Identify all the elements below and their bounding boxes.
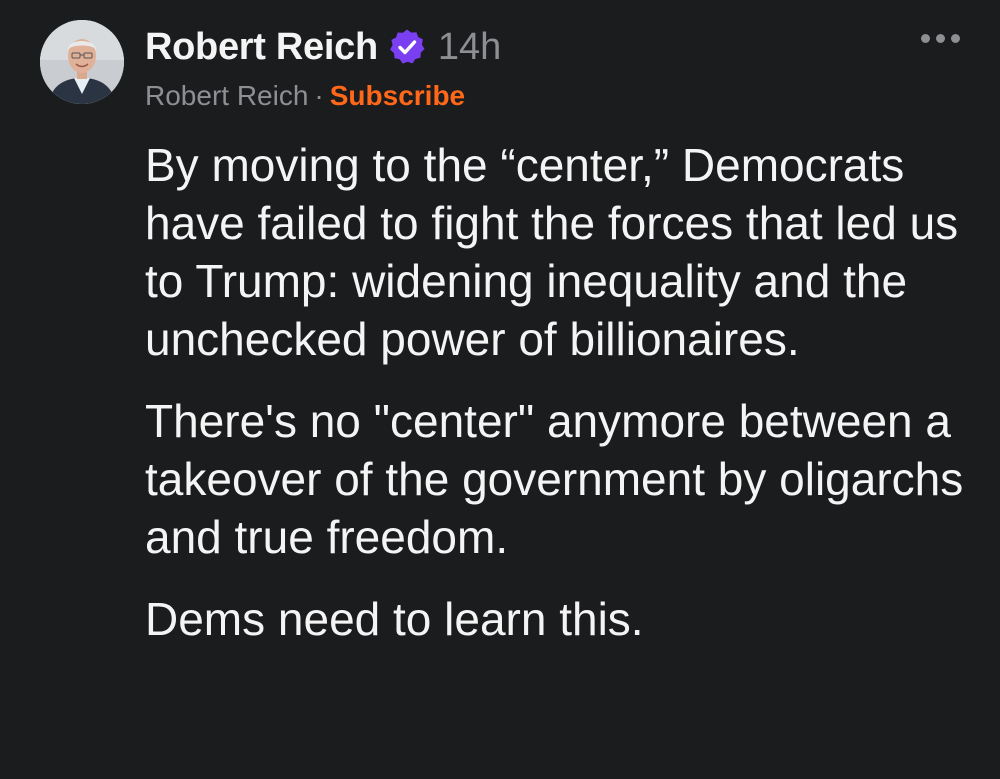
author-name[interactable]: Robert Reich xyxy=(145,26,378,69)
subscribe-link[interactable]: Subscribe xyxy=(330,80,465,111)
separator-dot: · xyxy=(314,80,324,111)
more-dot xyxy=(951,34,960,43)
publication-row: Robert Reich · Subscribe xyxy=(145,80,465,112)
post-paragraph: There's no "center" anymore between a ta… xyxy=(145,395,964,563)
verified-badge-icon xyxy=(388,28,426,66)
post-card: Robert Reich 14h Robert Reich · Subscribe … xyxy=(0,0,1000,779)
publication-name[interactable]: Robert Reich xyxy=(145,80,308,111)
more-options-icon[interactable] xyxy=(921,34,960,43)
more-dot xyxy=(921,34,930,43)
author-row: Robert Reich 14h xyxy=(145,24,501,70)
post-body: By moving to the “center,” Democrats hav… xyxy=(145,136,965,672)
more-dot xyxy=(936,34,945,43)
post-paragraph: By moving to the “center,” Democrats hav… xyxy=(145,139,959,365)
avatar[interactable] xyxy=(40,20,124,104)
post-timestamp: 14h xyxy=(437,25,502,68)
post-paragraph: Dems need to learn this. xyxy=(145,593,644,645)
